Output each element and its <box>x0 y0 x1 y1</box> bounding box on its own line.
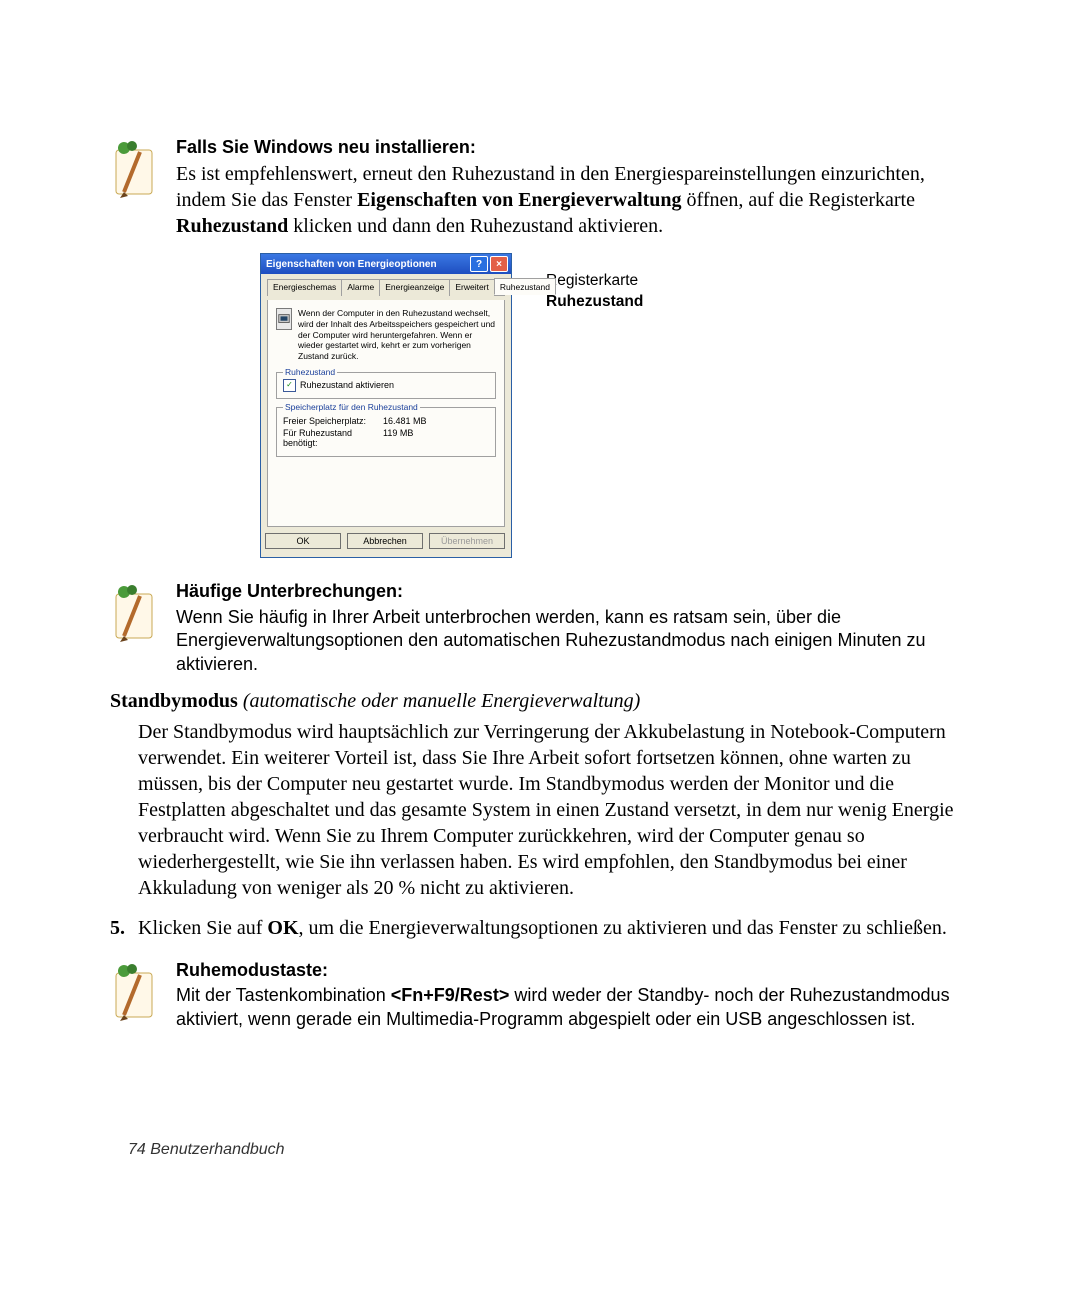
section-bold: Standbymodus <box>110 690 238 712</box>
note-icon <box>110 140 160 205</box>
note-icon <box>110 584 160 649</box>
note-interruptions: Häufige Unterbrechungen: Wenn Sie häufig… <box>110 580 970 676</box>
note3-body: Mit der Tastenkombination <Fn+F9/Rest> w… <box>176 984 970 1031</box>
note1-body: Es ist empfehlenswert, erneut den Ruhezu… <box>176 161 970 239</box>
needed-space-value: 119 MB <box>383 428 413 448</box>
note-icon <box>110 963 160 1028</box>
note1-body-after: klicken und dann den Ruhezustand aktivie… <box>288 215 663 237</box>
note1-title: Falls Sie Windows neu installieren: <box>176 136 970 159</box>
step5-pre: Klicken Sie auf <box>138 917 267 939</box>
step5-post: , um die Energieverwaltungsoptionen zu a… <box>299 917 947 939</box>
info-row: Wenn der Computer in den Ruhezustand wec… <box>276 308 496 361</box>
step-5: 5. Klicken Sie auf OK, um die Energiever… <box>110 915 970 941</box>
step5-bold: OK <box>267 917 298 939</box>
fieldset-ruhezustand: Ruhezustand ✓ Ruhezustand aktivieren <box>276 372 496 399</box>
step-number: 5. <box>110 915 138 941</box>
section-standbymodus: Standbymodus (automatische oder manuelle… <box>110 690 970 713</box>
tabs-row: Energieschemas Alarme Energieanzeige Erw… <box>267 278 505 296</box>
ok-button[interactable]: OK <box>265 533 341 549</box>
page: Falls Sie Windows neu installieren: Es i… <box>0 0 1080 1309</box>
tab-energieschemas[interactable]: Energieschemas <box>267 279 342 296</box>
needed-space-label: Für Ruhezustand benötigt: <box>283 428 383 448</box>
note3-bold: <Fn+F9/Rest> <box>391 985 510 1005</box>
dialog-title: Eigenschaften von Energieoptionen <box>266 259 437 270</box>
note-reinstall-windows: Falls Sie Windows neu installieren: Es i… <box>110 136 970 239</box>
checkbox-label: Ruhezustand aktivieren <box>300 380 394 390</box>
dialog-footer: OK Abbrechen Übernehmen <box>267 527 505 549</box>
tab-alarme[interactable]: Alarme <box>341 279 380 296</box>
help-button[interactable]: ? <box>470 256 488 272</box>
row-free-space: Freier Speicherplatz: 16.481 MB <box>283 416 489 426</box>
note1-body-mid: öffnen, auf die Registerkarte <box>682 189 915 211</box>
free-space-value: 16.481 MB <box>383 416 427 426</box>
note2-title: Häufige Unterbrechungen: <box>176 580 970 603</box>
note-ruhemodustaste: Ruhemodustaste: Mit der Tastenkombinatio… <box>110 959 970 1031</box>
free-space-label: Freier Speicherplatz: <box>283 416 383 426</box>
tab-ruhezustand[interactable]: Ruhezustand <box>494 278 556 295</box>
cancel-button[interactable]: Abbrechen <box>347 533 423 549</box>
tab-content: Wenn der Computer in den Ruhezustand wec… <box>267 300 505 527</box>
tab-energieanzeige[interactable]: Energieanzeige <box>379 279 450 296</box>
hibernate-icon <box>276 308 292 330</box>
callout-line1: Registerkarte <box>546 271 643 291</box>
legend-ruhezustand: Ruhezustand <box>283 367 337 377</box>
dialog-body: Energieschemas Alarme Energieanzeige Erw… <box>261 274 511 557</box>
checkbox-row: ✓ Ruhezustand aktivieren <box>283 379 489 392</box>
note3-pre: Mit der Tastenkombination <box>176 985 391 1005</box>
note2-text: Häufige Unterbrechungen: Wenn Sie häufig… <box>176 580 970 676</box>
note1-body-bold1: Eigenschaften von Energieverwaltung <box>357 189 681 211</box>
info-text: Wenn der Computer in den Ruhezustand wec… <box>298 308 496 361</box>
dialog-titlebar: Eigenschaften von Energieoptionen ? × <box>261 254 511 274</box>
fieldset-speicherplatz: Speicherplatz für den Ruhezustand Freier… <box>276 407 496 457</box>
apply-button[interactable]: Übernehmen <box>429 533 505 549</box>
section-italic: (automatische oder manuelle Energieverwa… <box>238 690 641 712</box>
energy-options-dialog: Eigenschaften von Energieoptionen ? × En… <box>260 253 512 558</box>
dialog-figure: Eigenschaften von Energieoptionen ? × En… <box>260 253 970 558</box>
page-footer: 74 Benutzerhandbuch <box>128 1141 285 1159</box>
step-text: Klicken Sie auf OK, um die Energieverwal… <box>138 915 970 941</box>
row-needed-space: Für Ruhezustand benötigt: 119 MB <box>283 428 489 448</box>
close-button[interactable]: × <box>490 256 508 272</box>
note1-body-bold2: Ruhezustand <box>176 215 288 237</box>
note-text: Falls Sie Windows neu installieren: Es i… <box>176 136 970 239</box>
note2-body: Wenn Sie häufig in Ihrer Arbeit unterbro… <box>176 606 970 676</box>
note3-title: Ruhemodustaste: <box>176 959 970 982</box>
note3-text: Ruhemodustaste: Mit der Tastenkombinatio… <box>176 959 970 1031</box>
legend-speicherplatz: Speicherplatz für den Ruhezustand <box>283 402 420 412</box>
standby-paragraph: Der Standbymodus wird hauptsächlich zur … <box>138 719 970 901</box>
callout-label: Registerkarte Ruhezustand <box>546 271 643 311</box>
hibernate-checkbox[interactable]: ✓ <box>283 379 296 392</box>
callout-line2: Ruhezustand <box>546 292 643 312</box>
tab-erweitert[interactable]: Erweitert <box>449 279 495 296</box>
